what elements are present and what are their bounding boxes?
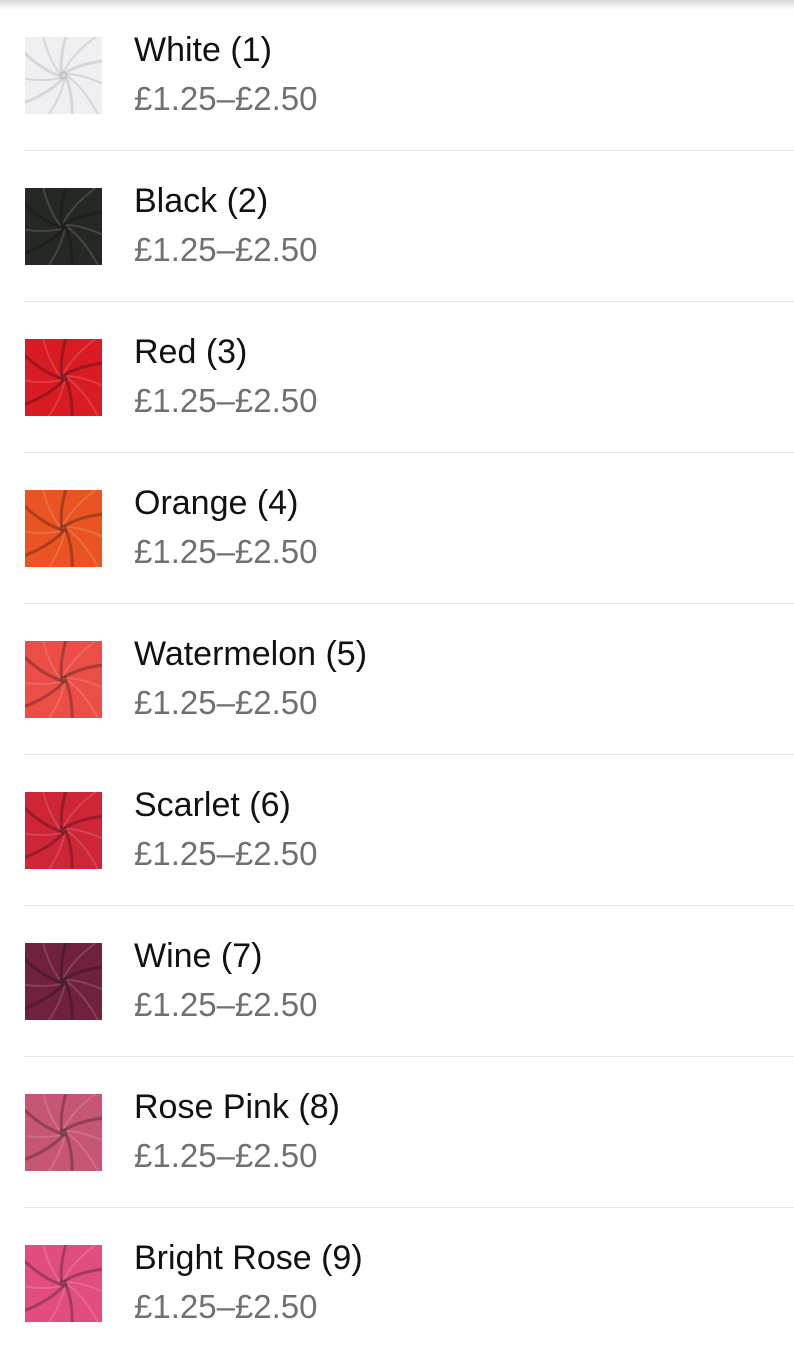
variant-price: £1.25–£2.50: [134, 231, 318, 268]
variant-option[interactable]: White (1) £1.25–£2.50: [0, 0, 794, 151]
variant-option[interactable]: Bright Rose (9) £1.25–£2.50: [0, 1208, 794, 1359]
variant-name: Orange (4): [134, 484, 299, 522]
variant-price: £1.25–£2.50: [134, 80, 318, 117]
fabric-swatch-graphic: [25, 490, 102, 567]
variant-price: £1.25–£2.50: [134, 382, 318, 419]
variant-option[interactable]: Scarlet (6) £1.25–£2.50: [0, 755, 794, 906]
variant-price: £1.25–£2.50: [134, 1137, 318, 1174]
variant-name: Rose Pink (8): [134, 1088, 340, 1126]
variant-option[interactable]: Wine (7) £1.25–£2.50: [0, 906, 794, 1057]
variant-name: Watermelon (5): [134, 635, 368, 673]
variant-name: Wine (7): [134, 937, 263, 975]
variant-option[interactable]: Orange (4) £1.25–£2.50: [0, 453, 794, 604]
variant-price: £1.25–£2.50: [134, 1288, 318, 1325]
red-fabric-swatch-icon: [25, 339, 102, 416]
variant-name: Scarlet (6): [134, 786, 291, 824]
variant-option[interactable]: Watermelon (5) £1.25–£2.50: [0, 604, 794, 755]
variant-option[interactable]: Black (2) £1.25–£2.50: [0, 151, 794, 302]
variant-list: White (1) £1.25–£2.50 Black (2) £1.25–£2…: [0, 0, 794, 1359]
fabric-swatch-graphic: [25, 943, 102, 1020]
orange-fabric-swatch-icon: [25, 490, 102, 567]
variant-option[interactable]: Red (3) £1.25–£2.50: [0, 302, 794, 453]
fabric-swatch-graphic: [25, 339, 102, 416]
black-fabric-swatch-icon: [25, 188, 102, 265]
wine-fabric-swatch-icon: [25, 943, 102, 1020]
variant-name: Black (2): [134, 182, 269, 220]
watermelon-fabric-swatch-icon: [25, 641, 102, 718]
bright-rose-fabric-swatch-icon: [25, 1245, 102, 1322]
variant-option[interactable]: Rose Pink (8) £1.25–£2.50: [0, 1057, 794, 1208]
variant-price: £1.25–£2.50: [134, 684, 318, 721]
fabric-swatch-graphic: [25, 37, 102, 114]
variant-name: White (1): [134, 31, 272, 69]
fabric-swatch-graphic: [25, 1245, 102, 1322]
fabric-swatch-graphic: [25, 1094, 102, 1171]
variant-price: £1.25–£2.50: [134, 986, 318, 1023]
variant-name: Bright Rose (9): [134, 1239, 363, 1277]
variant-name: Red (3): [134, 333, 248, 371]
variant-price: £1.25–£2.50: [134, 533, 318, 570]
fabric-swatch-graphic: [25, 641, 102, 718]
white-fabric-swatch-icon: [25, 37, 102, 114]
fabric-swatch-graphic: [25, 188, 102, 265]
fabric-swatch-graphic: [25, 792, 102, 869]
scarlet-fabric-swatch-icon: [25, 792, 102, 869]
rose-pink-fabric-swatch-icon: [25, 1094, 102, 1171]
variant-price: £1.25–£2.50: [134, 835, 318, 872]
